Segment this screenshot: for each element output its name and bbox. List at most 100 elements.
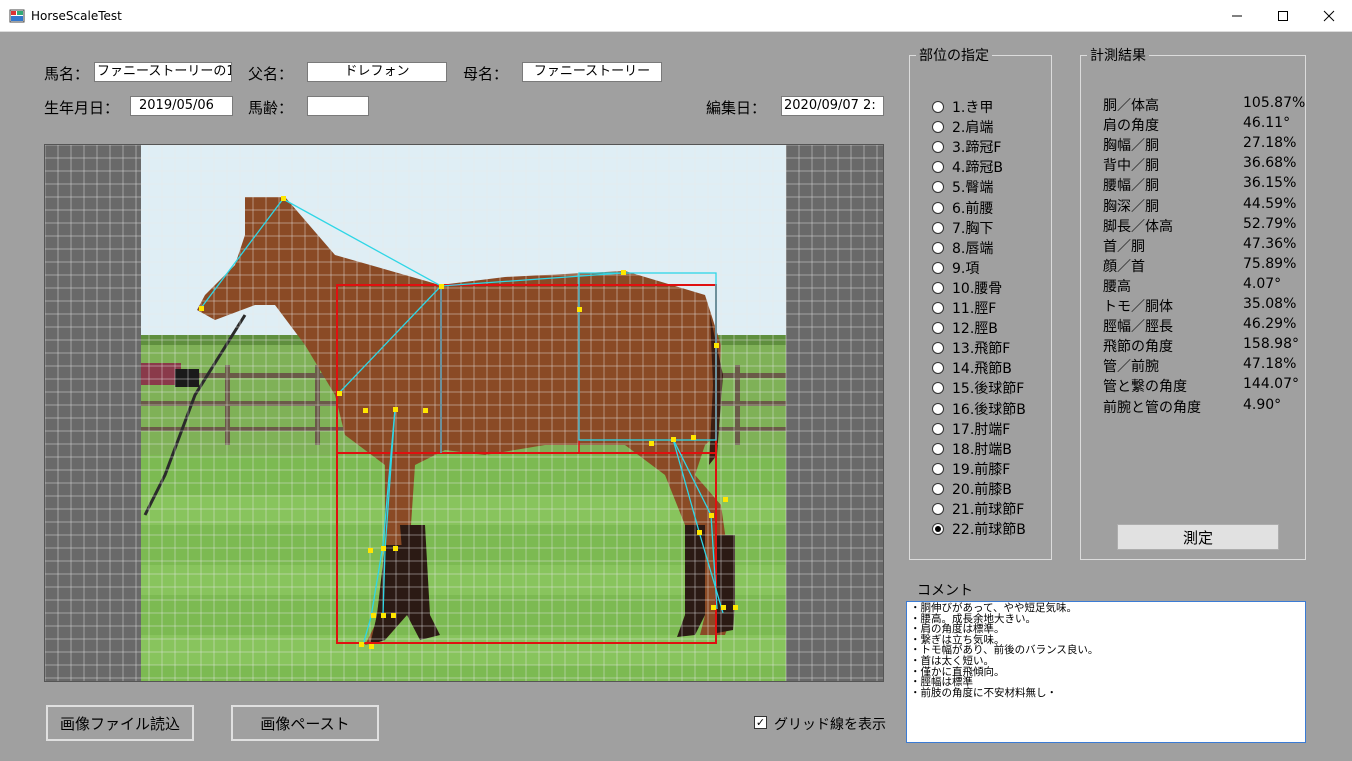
radio-icon[interactable] [932,281,944,294]
radio-icon[interactable] [932,181,944,194]
radio-icon[interactable] [932,302,944,314]
dam-field[interactable]: ファニーストーリー [522,62,662,82]
radio-icon[interactable] [932,382,944,395]
radio-icon[interactable] [932,362,944,375]
age-field[interactable] [307,96,369,116]
window-title: HorseScaleTest [31,9,122,23]
result-label: 胸深／胴 [1103,198,1159,215]
radio-checked-icon[interactable] [932,523,944,536]
part-radio-label: 8.唇端 [952,240,994,257]
horse-name-label: 馬名： [44,65,90,83]
part-radio-label: 4.蹄冠B [952,160,1003,177]
part-radio-item[interactable]: 8.唇端 [932,238,993,258]
result-label: 顔／首 [1103,258,1145,275]
result-row: 首／胴 47.36% [1103,236,1296,256]
result-label: 前腕と管の角度 [1103,399,1201,416]
radio-icon[interactable] [932,101,944,113]
comment-label: コメント [917,583,973,599]
part-radio-item[interactable]: 15.後球節F [932,378,1024,398]
part-radio-label: 9.項 [952,260,980,277]
result-value: 47.18% [1243,356,1297,373]
result-label: 管と繋の角度 [1103,379,1187,396]
radio-icon[interactable] [932,342,944,355]
radio-icon[interactable] [932,161,944,174]
part-radio-item[interactable]: 5.臀端 [932,177,993,197]
part-radio-item[interactable]: 9.項 [932,258,979,278]
part-radio-item[interactable]: 11.脛F [932,298,996,318]
radio-icon[interactable] [932,141,944,154]
close-button[interactable] [1306,0,1352,31]
horse-name-field[interactable]: ファニーストーリーの19 [94,62,232,82]
paste-image-button[interactable]: 画像ペースト [231,705,379,741]
result-row: 顔／首 75.89% [1103,256,1296,276]
part-radio-label: 12.脛B [952,321,998,338]
result-value: 75.89% [1243,255,1297,272]
result-label: トモ／胴体 [1103,299,1173,315]
part-radio-item[interactable]: 7.胸下 [932,218,993,238]
radio-icon[interactable] [932,482,944,495]
part-radio-item[interactable]: 12.脛B [932,318,998,338]
sire-field[interactable]: ドレフォン [307,62,447,82]
part-radio-item[interactable]: 20.前膝B [932,479,1012,499]
radio-icon[interactable] [932,322,944,335]
part-radio-item[interactable]: 22.前球節B [932,519,1026,539]
part-radio-item[interactable]: 16.後球節B [932,399,1026,419]
result-row: トモ／胴体 35.08% [1103,296,1296,316]
result-row: 胴／体高 105.87% [1103,95,1305,115]
part-radio-item[interactable]: 4.蹄冠B [932,157,1003,177]
result-label: 脛幅／脛長 [1103,319,1173,336]
radio-icon[interactable] [932,201,944,214]
radio-icon[interactable] [932,402,944,415]
edit-date-label: 編集日： [706,99,767,117]
radio-icon[interactable] [932,221,944,234]
dam-label: 母名： [463,65,509,83]
part-radio-item[interactable]: 21.前球節F [932,499,1024,519]
result-row: 飛節の角度 158.98° [1103,336,1299,356]
minimize-button[interactable] [1214,0,1260,31]
radio-icon[interactable] [932,422,944,435]
result-value: 4.90° [1243,396,1282,413]
part-radio-label: 15.後球節F [952,381,1025,398]
comment-textarea[interactable]: ・胴伸びがあって、やや短足気味。 ・腰高。成長余地大きい。 ・肩の角度は標準。 ・繋ぎ… [906,601,1306,743]
result-value: 36.15% [1243,175,1297,192]
result-value: 158.98° [1243,336,1299,353]
radio-icon[interactable] [932,503,944,515]
edit-date-field[interactable]: 2020/09/07 2: [781,96,884,116]
result-value: 4.07° [1243,275,1282,292]
result-label: 管／前腕 [1103,359,1159,376]
part-radio-item[interactable]: 1.き甲 [932,97,993,117]
radio-icon[interactable] [932,462,944,475]
maximize-icon [1278,10,1288,21]
part-radio-item[interactable]: 14.飛節B [932,358,1012,378]
radio-icon[interactable] [932,442,944,455]
result-label: 飛節の角度 [1103,339,1173,356]
image-viewer[interactable] [44,144,884,682]
sire-label: 父名： [248,65,294,83]
part-radio-item[interactable]: 17.肘端F [932,419,1010,439]
part-radio-item[interactable]: 13.飛節F [932,338,1010,358]
result-value: 44.59% [1243,195,1297,212]
grid-checkbox[interactable]: ✓ [754,716,767,729]
title-bar: HorseScaleTest [0,0,1352,32]
radio-icon[interactable] [932,241,944,254]
part-radio-item[interactable]: 18.肘端B [932,439,1012,459]
result-value: 35.08% [1243,296,1297,312]
maximize-button[interactable] [1260,0,1306,31]
load-image-button[interactable]: 画像ファイル読込 [46,705,194,741]
measure-button[interactable]: 測定 [1117,524,1279,550]
part-radio-label: 7.胸下 [952,220,994,237]
result-row: 前腕と管の角度 4.90° [1103,397,1281,417]
birthdate-label: 生年月日： [44,99,120,117]
part-radio-label: 20.前膝B [952,481,1012,498]
radio-icon[interactable] [932,121,944,134]
part-radio-label: 3.蹄冠F [952,140,1002,157]
part-radio-item[interactable]: 2.肩端 [932,117,993,137]
part-radio-item[interactable]: 19.前膝F [932,459,1010,479]
part-radio-item[interactable]: 10.腰骨 [932,278,1002,298]
result-label: 腰高 [1103,278,1131,295]
birthdate-field[interactable]: 2019/05/06 [130,96,233,116]
part-radio-item[interactable]: 3.蹄冠F [932,137,1001,157]
radio-icon[interactable] [932,261,944,274]
age-label: 馬齢： [248,99,294,117]
part-radio-item[interactable]: 6.前腰 [932,198,993,218]
